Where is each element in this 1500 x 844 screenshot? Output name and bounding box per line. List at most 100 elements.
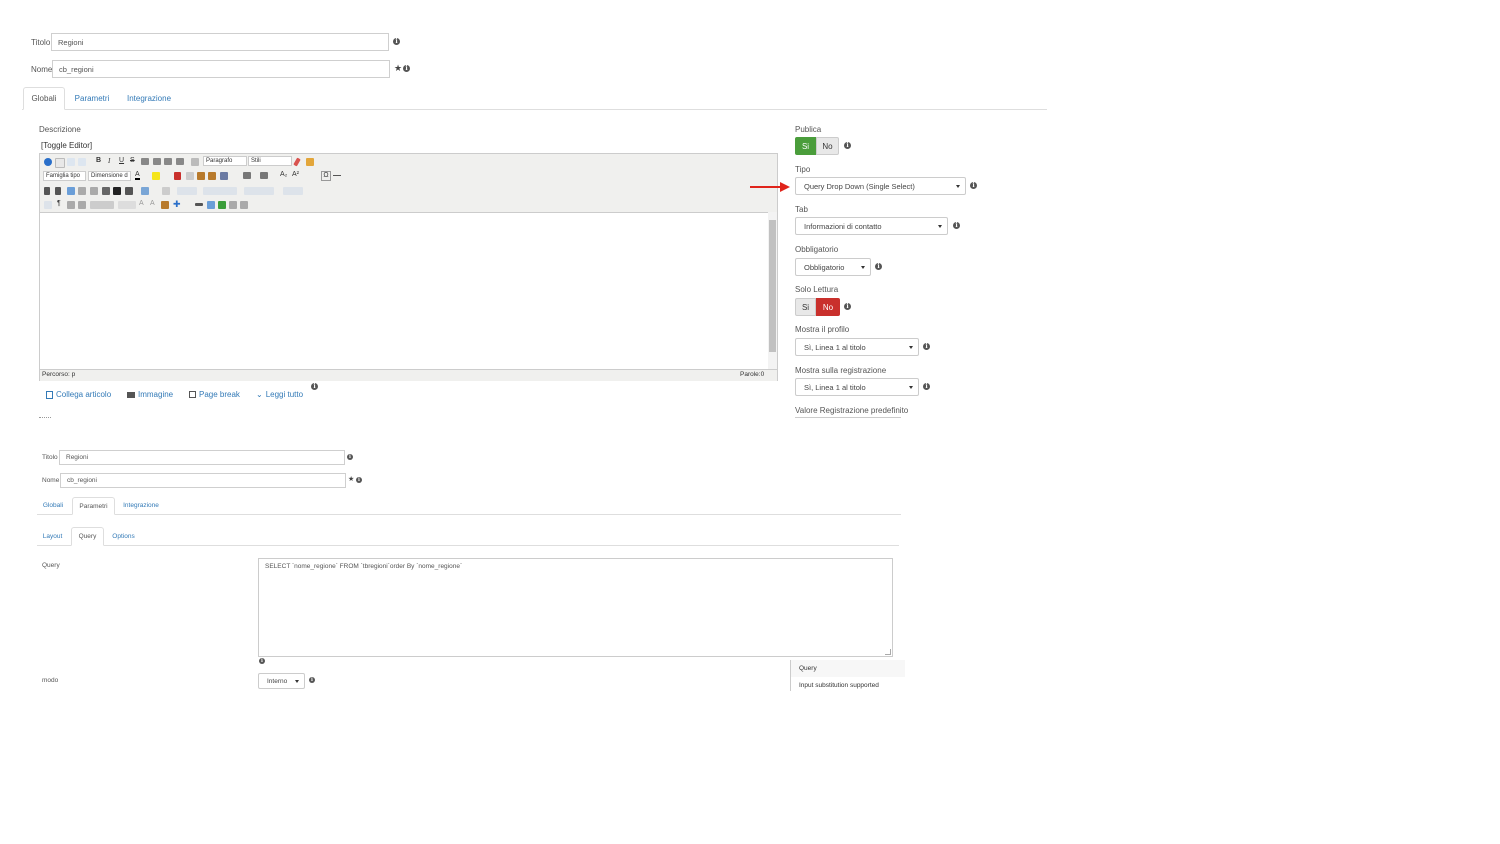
copy-icon[interactable] [186,172,194,180]
collega-articolo-button[interactable]: Collega articolo [46,390,111,399]
second-title-input[interactable]: Regioni [59,450,345,465]
paste-icon[interactable] [197,172,205,180]
second-name-info-icon[interactable]: i [356,477,362,483]
leggi-tutto-button[interactable]: ⌄ Leggi tutto [256,390,303,399]
insert-time-icon[interactable] [240,201,248,209]
column-tools-icon[interactable] [244,187,274,195]
second-title-info-icon[interactable]: i [347,454,353,460]
align-right-icon[interactable] [164,158,172,165]
bold-icon[interactable]: B [96,157,101,164]
scrollbar-thumb[interactable] [769,220,776,352]
cite-icon[interactable]: A [139,200,144,207]
visual-aid-icon[interactable] [44,201,52,209]
required-select[interactable]: Obbligatorio [795,258,871,276]
registration-select[interactable]: Sì, Linea 1 al titolo [795,378,919,396]
second-name-input[interactable]: cb_regioni [60,473,346,488]
name-info-icon[interactable]: i [403,65,410,72]
special-char-icon[interactable]: Ω [321,171,331,181]
bullet-list-icon[interactable] [260,172,268,179]
required-info-icon[interactable]: i [875,263,882,270]
tab-parametri[interactable]: Parametri [70,87,114,109]
eraser-icon[interactable] [293,157,301,167]
registration-info-icon[interactable]: i [923,383,930,390]
cleanup-icon[interactable] [306,158,314,166]
highlight-icon[interactable] [152,172,160,180]
query-textarea[interactable]: SELECT `nome_regione` FROM `tbregioni`or… [258,558,893,657]
numbered-list-icon[interactable] [243,172,251,179]
title-info-icon[interactable]: i [393,38,400,45]
text-color-icon[interactable]: A [135,171,140,180]
subtab-layout[interactable]: Layout [37,528,68,545]
paste-word-icon[interactable] [220,172,228,180]
align-left-icon[interactable] [141,158,149,165]
find-icon[interactable] [113,187,121,195]
align-center-icon[interactable] [153,158,161,165]
print-icon[interactable] [102,187,110,195]
nonbreaking-icon[interactable] [195,203,203,206]
mode-info-icon[interactable]: i [309,677,315,683]
cut-icon[interactable] [174,172,181,180]
type-info-icon[interactable]: i [970,182,977,189]
readonly-yes-button[interactable]: Si [795,298,816,316]
insert-anchor-icon[interactable]: ✚ [173,199,181,210]
preview-icon[interactable] [78,187,86,195]
format-select[interactable]: Paragrafo [203,156,247,166]
tab-info-icon[interactable]: i [953,222,960,229]
strikethrough-icon[interactable]: S [130,157,135,164]
media-icon[interactable] [161,201,169,209]
second-tab-integrazione[interactable]: Integrazione [118,497,164,514]
new-document-icon[interactable] [55,158,65,168]
tab-integrazione[interactable]: Integrazione [122,87,176,109]
underline-icon[interactable]: U [119,157,124,164]
rtl-icon[interactable] [44,187,50,195]
table-props-icon[interactable] [162,187,170,195]
profile-select[interactable]: Sì, Linea 1 al titolo [795,338,919,356]
subscript-icon[interactable]: A₂ [280,171,287,178]
row-insert-icon[interactable] [203,187,237,195]
resize-handle-icon[interactable] [885,649,891,655]
publish-no-button[interactable]: No [816,137,839,155]
publish-info-icon[interactable]: i [844,142,851,149]
italic-icon[interactable]: I [108,157,110,165]
readonly-no-button[interactable]: No [816,298,840,316]
title-input[interactable]: Regioni [51,33,389,51]
style-select[interactable]: Stili [248,156,292,166]
query-info-icon[interactable]: i [259,658,265,664]
attribs-icon[interactable] [118,201,136,209]
cell-merge-icon[interactable] [283,187,303,195]
horizontal-rule-icon[interactable] [333,175,341,176]
tab-select[interactable]: Informazioni di contatto [795,217,948,235]
font-family-select[interactable]: Famiglia tipo [43,171,86,181]
immagine-button[interactable]: Immagine [127,390,173,399]
insert-layer-icon[interactable] [67,201,75,209]
font-size-select[interactable]: Dimensione d [88,171,131,181]
help-icon[interactable] [44,158,52,166]
redo-icon[interactable] [78,158,86,166]
align-justify-icon[interactable] [176,158,184,165]
insert-image-icon[interactable] [207,201,215,209]
subtab-options[interactable]: Options [107,528,140,545]
tab-globali[interactable]: Globali [23,87,65,110]
ltr-icon[interactable] [55,187,61,195]
publish-yes-button[interactable]: Si [795,137,816,155]
table-icon[interactable] [141,187,149,195]
insert-date-icon[interactable] [229,201,237,209]
absolute-icon[interactable] [78,201,86,209]
page-break-button[interactable]: Page break [189,390,240,399]
replace-icon[interactable] [125,187,133,195]
default-value-input[interactable] [795,417,901,418]
type-select[interactable]: Query Drop Down (Single Select) [795,177,966,195]
second-tab-parametri[interactable]: Parametri [72,497,115,515]
mode-select[interactable]: Interno [258,673,305,689]
profile-info-icon[interactable]: i [923,343,930,350]
subtab-query[interactable]: Query [71,527,104,546]
superscript-icon[interactable]: A² [292,171,299,178]
name-input[interactable]: cb_regioni [52,60,390,78]
template-icon[interactable] [90,187,98,195]
abbr-icon[interactable]: A [150,200,155,207]
paste-text-icon[interactable] [208,172,216,180]
undo-icon[interactable] [67,158,75,166]
editor-scrollbar[interactable] [768,212,777,369]
fullscreen-icon[interactable] [67,187,75,195]
show-blocks-icon[interactable]: ¶ [57,200,61,207]
